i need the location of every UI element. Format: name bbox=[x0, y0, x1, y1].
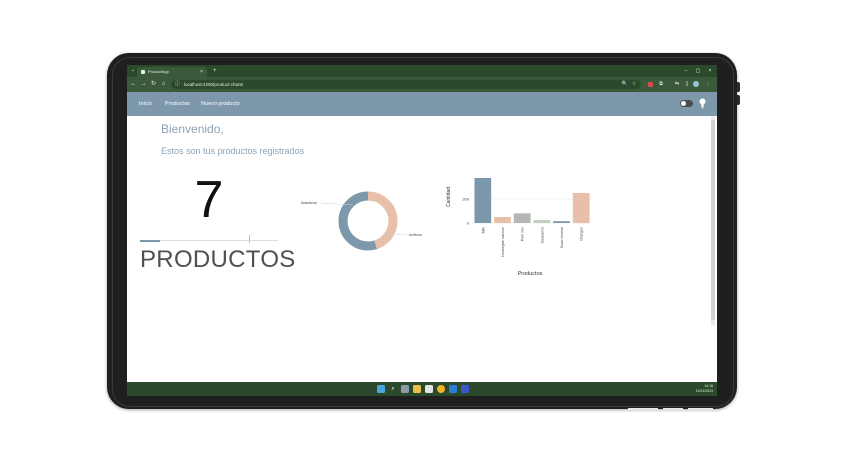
y-tick-label: 200 bbox=[462, 197, 469, 202]
zoom-icon[interactable]: 🔍 bbox=[621, 80, 629, 89]
extension-icon[interactable] bbox=[648, 82, 653, 87]
notepad-icon[interactable] bbox=[425, 385, 433, 393]
status-donut-chart: Inactivos Activos bbox=[301, 191, 422, 251]
bookmark-star-icon[interactable]: ☆ bbox=[630, 80, 638, 89]
progress-fill bbox=[140, 239, 160, 242]
browser-toolbar: ← → ↻ ⌂ ⓘ localhost:4200/product-charts … bbox=[127, 77, 717, 92]
site-info-icon[interactable]: ⓘ bbox=[174, 81, 181, 88]
nav-link-productos[interactable]: Productos bbox=[165, 92, 190, 116]
tablet-side-button bbox=[737, 82, 740, 92]
back-icon[interactable]: ← bbox=[129, 79, 138, 90]
reflection bbox=[688, 408, 713, 410]
y-axis-label: Cantidad bbox=[446, 187, 452, 207]
x-axis-label: Productos bbox=[518, 271, 543, 277]
reload-icon[interactable]: ↻ bbox=[149, 79, 158, 90]
address-bar[interactable]: ⓘ localhost:4200/product-charts 🔍 ☆ bbox=[171, 80, 641, 89]
x-tick-label: Norwegian salmon bbox=[501, 227, 505, 257]
bar-4 bbox=[553, 221, 570, 223]
bar-3 bbox=[533, 220, 551, 223]
sidebar-icon[interactable]: ▯ bbox=[683, 80, 691, 89]
slice-label-inactivos: Inactivos bbox=[301, 200, 317, 205]
progress-track bbox=[140, 240, 278, 241]
bar-2 bbox=[513, 213, 531, 223]
close-window-button[interactable]: × bbox=[705, 66, 715, 76]
app-navbar: Inicio Productos Nuevo producto bbox=[127, 92, 717, 116]
bar-5 bbox=[572, 193, 590, 223]
favicon-icon bbox=[141, 70, 145, 74]
translate-icon[interactable]: ⇆ bbox=[673, 80, 681, 89]
nav-link-inicio[interactable]: Inicio bbox=[139, 92, 152, 116]
forward-icon[interactable]: → bbox=[139, 79, 148, 90]
welcome-heading: Bienvenido, bbox=[161, 122, 224, 136]
home-icon[interactable]: ⌂ bbox=[159, 79, 168, 90]
tab-title: ProductApp bbox=[148, 69, 169, 74]
x-tick-label: Oranges bbox=[580, 227, 584, 241]
new-tab-button[interactable]: + bbox=[213, 66, 217, 76]
file-explorer-icon[interactable] bbox=[413, 385, 421, 393]
tab-search-icon[interactable]: ⌄ bbox=[130, 67, 136, 74]
chrome-icon[interactable] bbox=[437, 385, 445, 393]
scrollbar-thumb[interactable] bbox=[711, 120, 715, 320]
reflection bbox=[663, 408, 683, 410]
maximize-button[interactable]: ▢ bbox=[693, 66, 703, 76]
start-menu-icon[interactable] bbox=[377, 385, 385, 393]
bar-0 bbox=[474, 178, 492, 223]
x-tick-label: Milk bbox=[481, 227, 485, 234]
bar-1 bbox=[494, 217, 511, 223]
more-menu-icon[interactable]: ⋮ bbox=[704, 80, 712, 89]
tablet-side-button bbox=[737, 95, 740, 105]
reflection bbox=[628, 408, 658, 410]
lightbulb-icon[interactable] bbox=[699, 98, 706, 109]
search-icon[interactable]: ⌕ bbox=[389, 385, 397, 393]
clock-date[interactable]: 11/01/2024 bbox=[687, 389, 713, 393]
tab-close-icon[interactable]: × bbox=[200, 67, 203, 77]
dark-mode-toggle[interactable] bbox=[680, 100, 693, 107]
y-tick-label: 0 bbox=[467, 221, 470, 226]
toggle-knob bbox=[681, 101, 686, 106]
slice-label-activos: Activos bbox=[409, 232, 422, 237]
task-view-icon[interactable] bbox=[401, 385, 409, 393]
browser-tab[interactable]: ProductApp × bbox=[137, 67, 207, 77]
screen: ⌄ ProductApp × + – ▢ × ← → ↻ ⌂ ⓘ localho… bbox=[127, 65, 717, 396]
minimize-button[interactable]: – bbox=[681, 66, 691, 76]
x-tick-label: Pork ribs bbox=[521, 227, 525, 241]
clock-time[interactable]: 14:16 bbox=[693, 384, 713, 388]
vscode-icon[interactable] bbox=[449, 385, 457, 393]
progress-marker bbox=[249, 235, 250, 243]
product-quantity-bar-chart: 0 200 Milk Norwegian salmon Pork ribs Gazpac… bbox=[446, 178, 591, 277]
app-icon[interactable] bbox=[461, 385, 469, 393]
products-label: PRODUCTOS bbox=[140, 246, 296, 273]
product-count: 7 bbox=[194, 171, 224, 229]
browser-tab-bar: ⌄ ProductApp × + – ▢ × bbox=[127, 65, 717, 77]
os-taskbar: ⌕ 14:16 11/01/2024 bbox=[127, 382, 717, 396]
profile-avatar[interactable] bbox=[693, 81, 699, 87]
x-tick-label: Ouzo cheese bbox=[560, 227, 564, 248]
extension-puzzle-icon[interactable]: ⧉ bbox=[657, 80, 665, 89]
url-text[interactable]: localhost:4200/product-charts bbox=[184, 80, 243, 89]
x-tick-label: Gazpacho bbox=[540, 227, 544, 243]
nav-link-nuevo-producto[interactable]: Nuevo producto bbox=[201, 92, 240, 116]
subtitle: Estos son tus productos registrados bbox=[161, 146, 305, 156]
